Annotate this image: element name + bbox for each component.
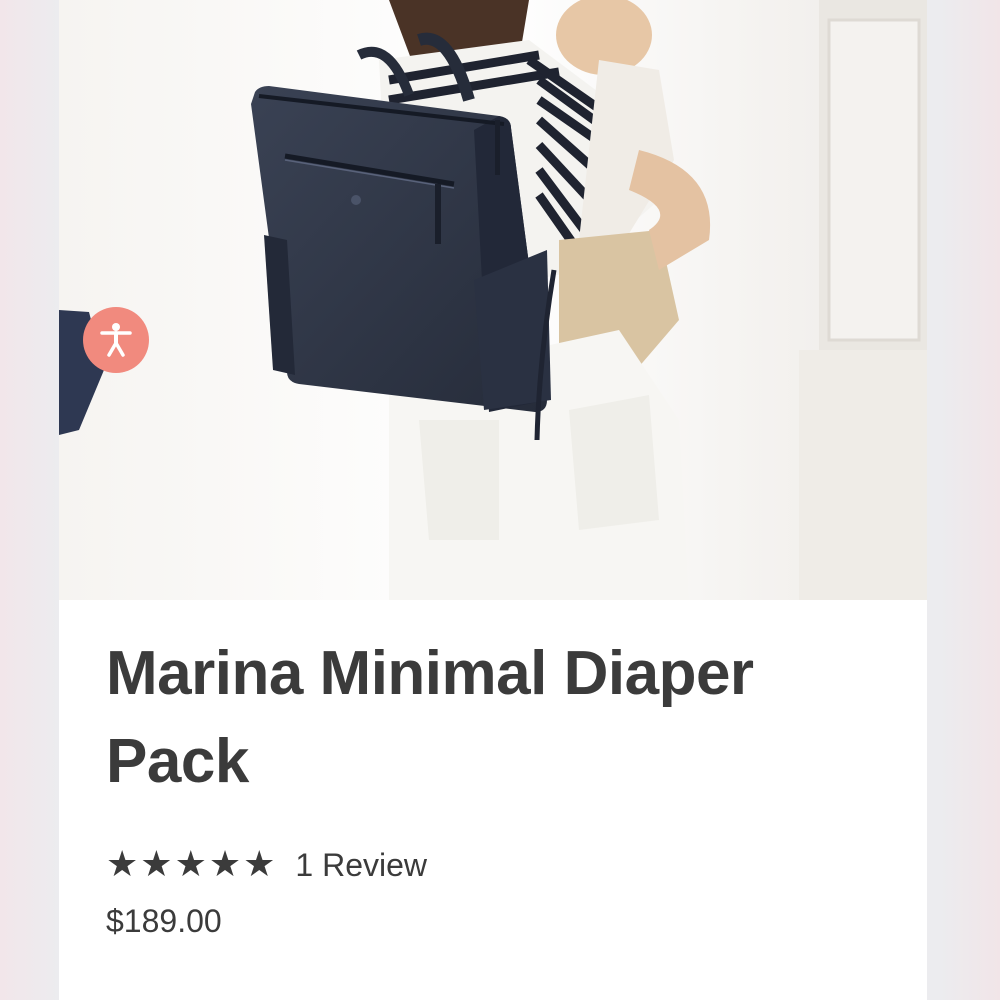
accessibility-button[interactable] bbox=[83, 307, 149, 373]
star-icon: ★ bbox=[174, 844, 207, 885]
product-price: $189.00 bbox=[106, 903, 222, 939]
review-count-link[interactable]: 1 Review bbox=[295, 847, 427, 884]
star-icon: ★ bbox=[243, 844, 276, 885]
product-title: Marina Minimal Diaper Pack bbox=[106, 639, 754, 796]
star-icon: ★ bbox=[208, 844, 242, 885]
product-card: Marina Minimal Diaper Pack ★ ★ ★ ★ ★ 1 R… bbox=[59, 0, 927, 1000]
rating-row[interactable]: ★ ★ ★ ★ ★ 1 Review bbox=[106, 845, 427, 885]
star-icon: ★ bbox=[140, 844, 173, 885]
product-image[interactable] bbox=[59, 0, 927, 600]
product-photo-illustration bbox=[59, 0, 927, 600]
star-icon: ★ bbox=[106, 844, 139, 885]
star-rating: ★ ★ ★ ★ ★ bbox=[106, 845, 275, 885]
accessibility-person-icon bbox=[100, 323, 132, 357]
